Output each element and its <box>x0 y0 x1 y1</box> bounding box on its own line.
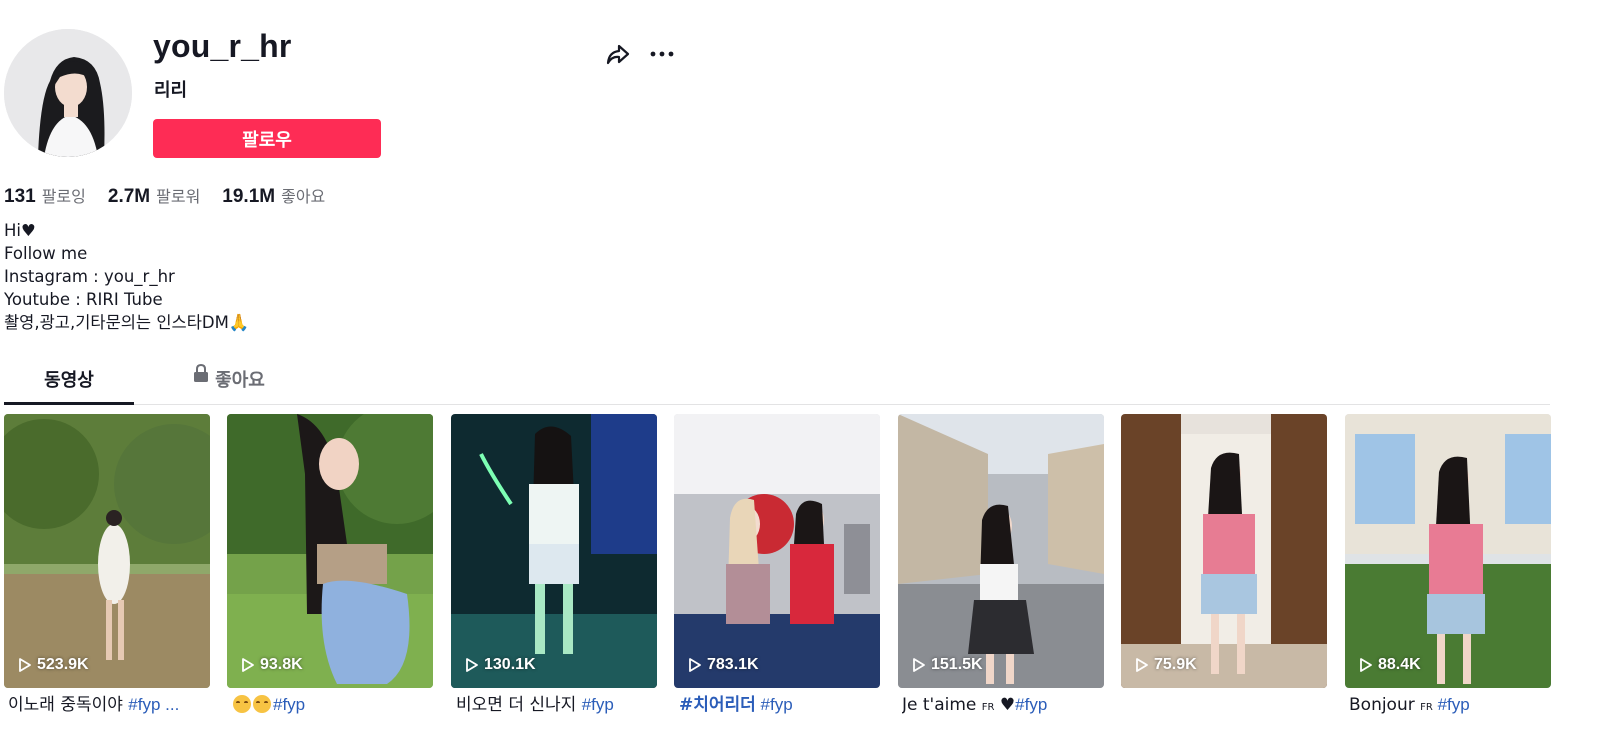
video-thumbnail <box>227 414 433 688</box>
video-caption[interactable]: 이노래 중독이야 #fyp ... <box>8 693 214 717</box>
caption-text: Je t'aime <box>902 695 982 715</box>
stat-label: 좋아요 <box>281 187 326 206</box>
video-card[interactable]: 88.4K <box>1345 414 1551 688</box>
view-count: 523.9K <box>18 656 89 674</box>
profile-tabs: 동영상 좋아요 <box>4 360 1550 405</box>
play-icon <box>1360 658 1372 672</box>
stat-followers[interactable]: 2.7M 팔로워 <box>108 183 200 208</box>
stat-number: 2.7M <box>107 186 151 207</box>
hashtag-link[interactable]: #fyp ... <box>128 695 179 714</box>
video-caption[interactable]: #fyp <box>233 693 439 717</box>
flag-label: FR <box>1420 702 1433 713</box>
hashtag-link[interactable]: #fyp <box>1015 695 1047 714</box>
bio-line: Youtube : RIRI Tube <box>4 290 163 309</box>
video-card[interactable]: 130.1K <box>451 414 657 688</box>
view-count: 75.9K <box>1135 656 1197 674</box>
bio-line: 촬영,광고,기타문의는 인스타DM🙏 <box>4 313 250 332</box>
hashtag-link[interactable]: #fyp <box>273 695 305 714</box>
bio-line: Hi♥ <box>4 221 36 240</box>
tab-videos[interactable]: 동영상 <box>4 360 134 405</box>
video-caption[interactable]: #치어리더 #fyp <box>679 693 885 717</box>
tab-label: 동영상 <box>44 370 94 391</box>
view-count: 783.1K <box>688 656 759 674</box>
view-count: 88.4K <box>1359 656 1421 674</box>
hashtag-link[interactable]: #fyp <box>582 695 614 714</box>
profile-bio: Hi♥ Follow me Instagram : you_r_hr Youtu… <box>4 219 249 334</box>
view-count-text: 151.5K <box>931 656 983 673</box>
video-caption[interactable]: Je t'aime FR ♥#fyp <box>902 693 1108 720</box>
video-caption[interactable]: 비오면 더 신나지 #fyp <box>456 693 662 717</box>
stat-label: 팔로워 <box>156 187 201 206</box>
view-count-text: 88.4K <box>1378 656 1421 673</box>
profile-nickname: 리리 <box>154 80 188 101</box>
share-icon[interactable] <box>604 40 632 68</box>
stat-number: 131 <box>4 186 36 207</box>
caption-text: Bonjour <box>1349 695 1421 715</box>
tab-liked[interactable]: 좋아요 <box>164 360 294 404</box>
play-icon <box>466 658 478 672</box>
video-thumbnail <box>674 414 880 688</box>
profile-stats: 131 팔로잉 2.7M 팔로워 19.1M 좋아요 <box>4 183 347 208</box>
video-caption[interactable]: Bonjour FR #fyp <box>1349 693 1555 720</box>
lock-icon <box>194 364 209 382</box>
follow-button[interactable]: 팔로우 <box>153 119 381 158</box>
play-icon <box>1136 658 1148 672</box>
flag-label: FR <box>981 702 995 713</box>
avatar[interactable] <box>4 29 132 157</box>
play-icon <box>689 658 701 672</box>
view-count-text: 93.8K <box>260 656 303 673</box>
video-thumbnail <box>451 414 657 688</box>
view-count-text: 523.9K <box>37 656 89 673</box>
view-count-text: 75.9K <box>1154 656 1197 673</box>
hashtag-link[interactable]: #fyp <box>1433 695 1470 714</box>
video-thumbnail <box>1121 414 1327 688</box>
view-count-text: 783.1K <box>707 656 759 673</box>
view-count-text: 130.1K <box>484 656 536 673</box>
stat-label: 팔로잉 <box>41 187 86 206</box>
stat-following[interactable]: 131 팔로잉 <box>4 183 86 208</box>
view-count: 130.1K <box>465 656 536 674</box>
smile-emoji-icon <box>233 695 251 713</box>
tab-label: 좋아요 <box>215 370 265 391</box>
video-card[interactable]: 151.5K <box>898 414 1104 688</box>
video-thumbnail <box>4 414 210 688</box>
play-icon <box>913 658 925 672</box>
stat-likes: 19.1M 좋아요 <box>222 183 325 208</box>
caption-text: 비오면 더 신나지 <box>456 695 582 715</box>
caption-text: ♥ <box>994 695 1016 715</box>
video-thumbnail <box>1345 414 1551 688</box>
play-icon <box>19 658 31 672</box>
video-thumbnail <box>898 414 1104 688</box>
bio-line: Instagram : you_r_hr <box>4 267 175 286</box>
view-count: 93.8K <box>241 656 303 674</box>
profile-username: you_r_hr <box>153 28 292 64</box>
play-icon <box>242 658 254 672</box>
more-icon[interactable] <box>648 40 676 68</box>
stat-number: 19.1M <box>222 186 276 207</box>
hashtag-link[interactable]: #fyp <box>756 695 793 714</box>
smile-emoji-icon <box>253 695 271 713</box>
bio-line: Follow me <box>4 244 88 263</box>
video-card[interactable]: 93.8K <box>227 414 433 688</box>
hashtag-link[interactable]: #치어리더 <box>679 695 756 715</box>
video-card[interactable]: 523.9K <box>4 414 210 688</box>
caption-text: 이노래 중독이야 <box>8 695 129 715</box>
video-card[interactable]: 75.9K <box>1121 414 1327 688</box>
video-card[interactable]: 783.1K <box>674 414 880 688</box>
view-count: 151.5K <box>912 656 983 674</box>
